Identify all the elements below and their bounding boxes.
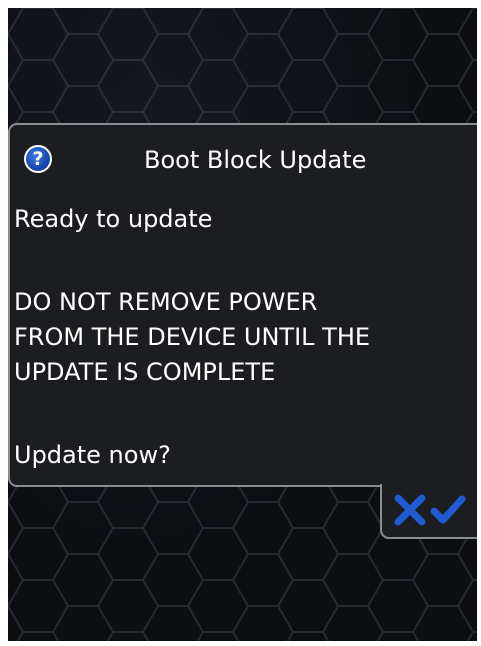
check-icon [430, 495, 466, 524]
warning-line-2: FROM THE DEVICE UNTIL THE [14, 323, 371, 351]
dialog-header: ? Boot Block Update [10, 141, 477, 177]
update-dialog: ? Boot Block Update Ready to update DO N… [8, 123, 477, 487]
close-icon [394, 494, 426, 526]
confirm-button[interactable] [430, 492, 466, 528]
warning-line-3: UPDATE IS COMPLETE [14, 358, 276, 386]
question-icon: ? [24, 145, 52, 173]
dialog-title: Boot Block Update [144, 146, 367, 174]
cancel-button[interactable] [392, 492, 428, 528]
warning-line-1: DO NOT REMOVE POWER [14, 288, 318, 316]
dialog-button-tab [380, 484, 477, 539]
prompt-text: Update now? [14, 441, 171, 469]
status-text: Ready to update [14, 205, 213, 233]
device-screen: ? Boot Block Update Ready to update DO N… [8, 8, 477, 641]
